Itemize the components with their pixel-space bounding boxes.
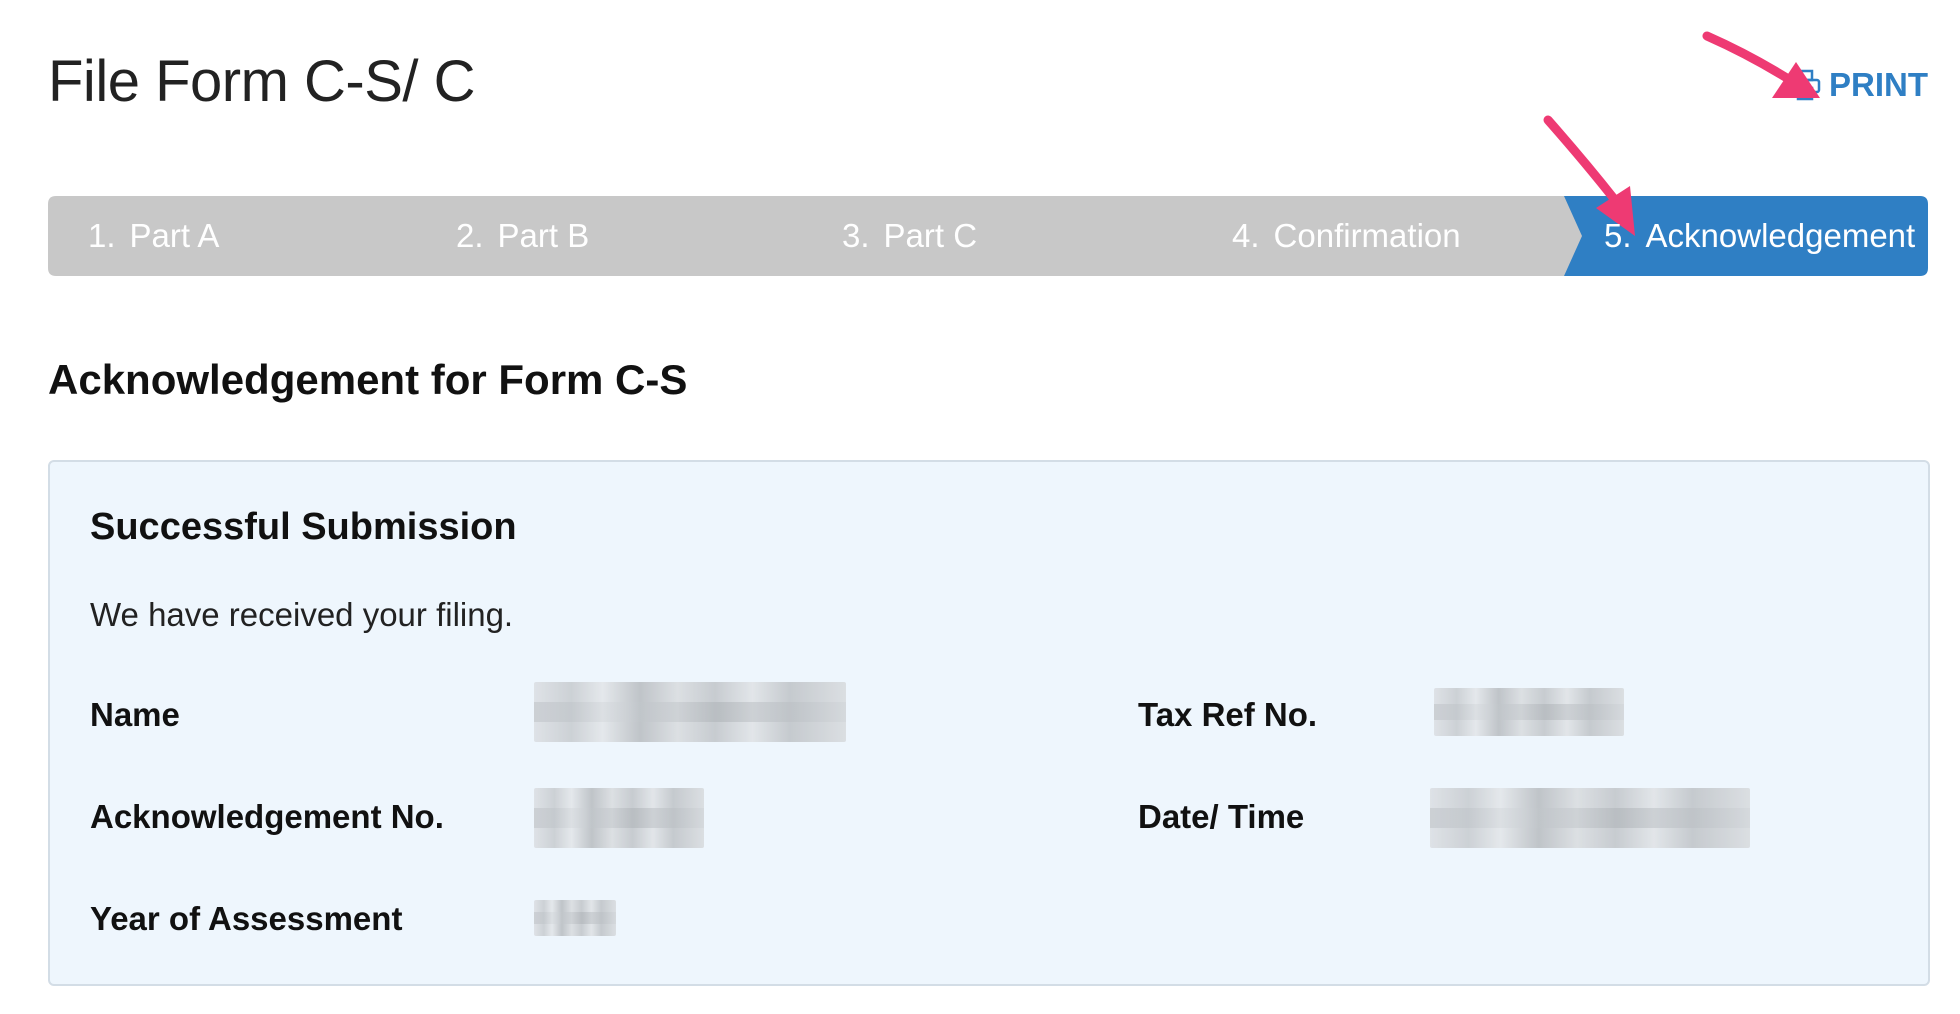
step-number: 2. [456, 217, 484, 254]
printer-icon [1791, 69, 1821, 101]
year-of-assessment-value-redacted [534, 900, 616, 936]
step-label: Part B [497, 217, 590, 254]
name-value-redacted [534, 682, 846, 742]
submission-card: Successful Submission We have received y… [48, 460, 1930, 986]
step-label: Confirmation [1273, 217, 1461, 254]
card-title: Successful Submission [90, 506, 517, 548]
step-label: Acknowledgement [1645, 217, 1916, 254]
date-time-label: Date/ Time [1138, 798, 1305, 835]
section-title: Acknowledgement for Form C-S [48, 356, 688, 403]
page-title: File Form C-S/ C [48, 49, 476, 114]
step-number: 5. [1604, 217, 1632, 254]
step-part-a[interactable]: 1. Part A [48, 196, 444, 276]
date-time-value-redacted [1430, 788, 1750, 848]
year-of-assessment-label: Year of Assessment [90, 900, 403, 937]
step-confirmation[interactable]: 4. Confirmation [1174, 196, 1614, 276]
acknowledgement-no-label: Acknowledgement No. [90, 798, 444, 835]
page: File Form C-S/ C PRINT 1. Part A 2. Part… [0, 0, 1960, 1014]
progress-stepper: 1. Part A 2. Part B 3. Part C 4. Confirm… [48, 196, 1928, 276]
step-part-b[interactable]: 2. Part B [398, 196, 834, 276]
print-label: PRINT [1829, 66, 1928, 103]
name-label: Name [90, 696, 180, 733]
step-label: Part A [129, 217, 220, 254]
step-number: 3. [842, 217, 870, 254]
step-acknowledgement[interactable]: 5. Acknowledgement [1564, 196, 1928, 276]
tax-ref-no-label: Tax Ref No. [1138, 696, 1318, 733]
step-part-c[interactable]: 3. Part C [784, 196, 1224, 276]
card-message: We have received your filing. [90, 596, 514, 633]
step-number: 1. [88, 217, 116, 254]
acknowledgement-no-value-redacted [534, 788, 704, 848]
step-number: 4. [1232, 217, 1260, 254]
step-label: Part C [883, 217, 978, 254]
print-button[interactable]: PRINT [1791, 66, 1928, 104]
tax-ref-no-value-redacted [1434, 688, 1624, 736]
